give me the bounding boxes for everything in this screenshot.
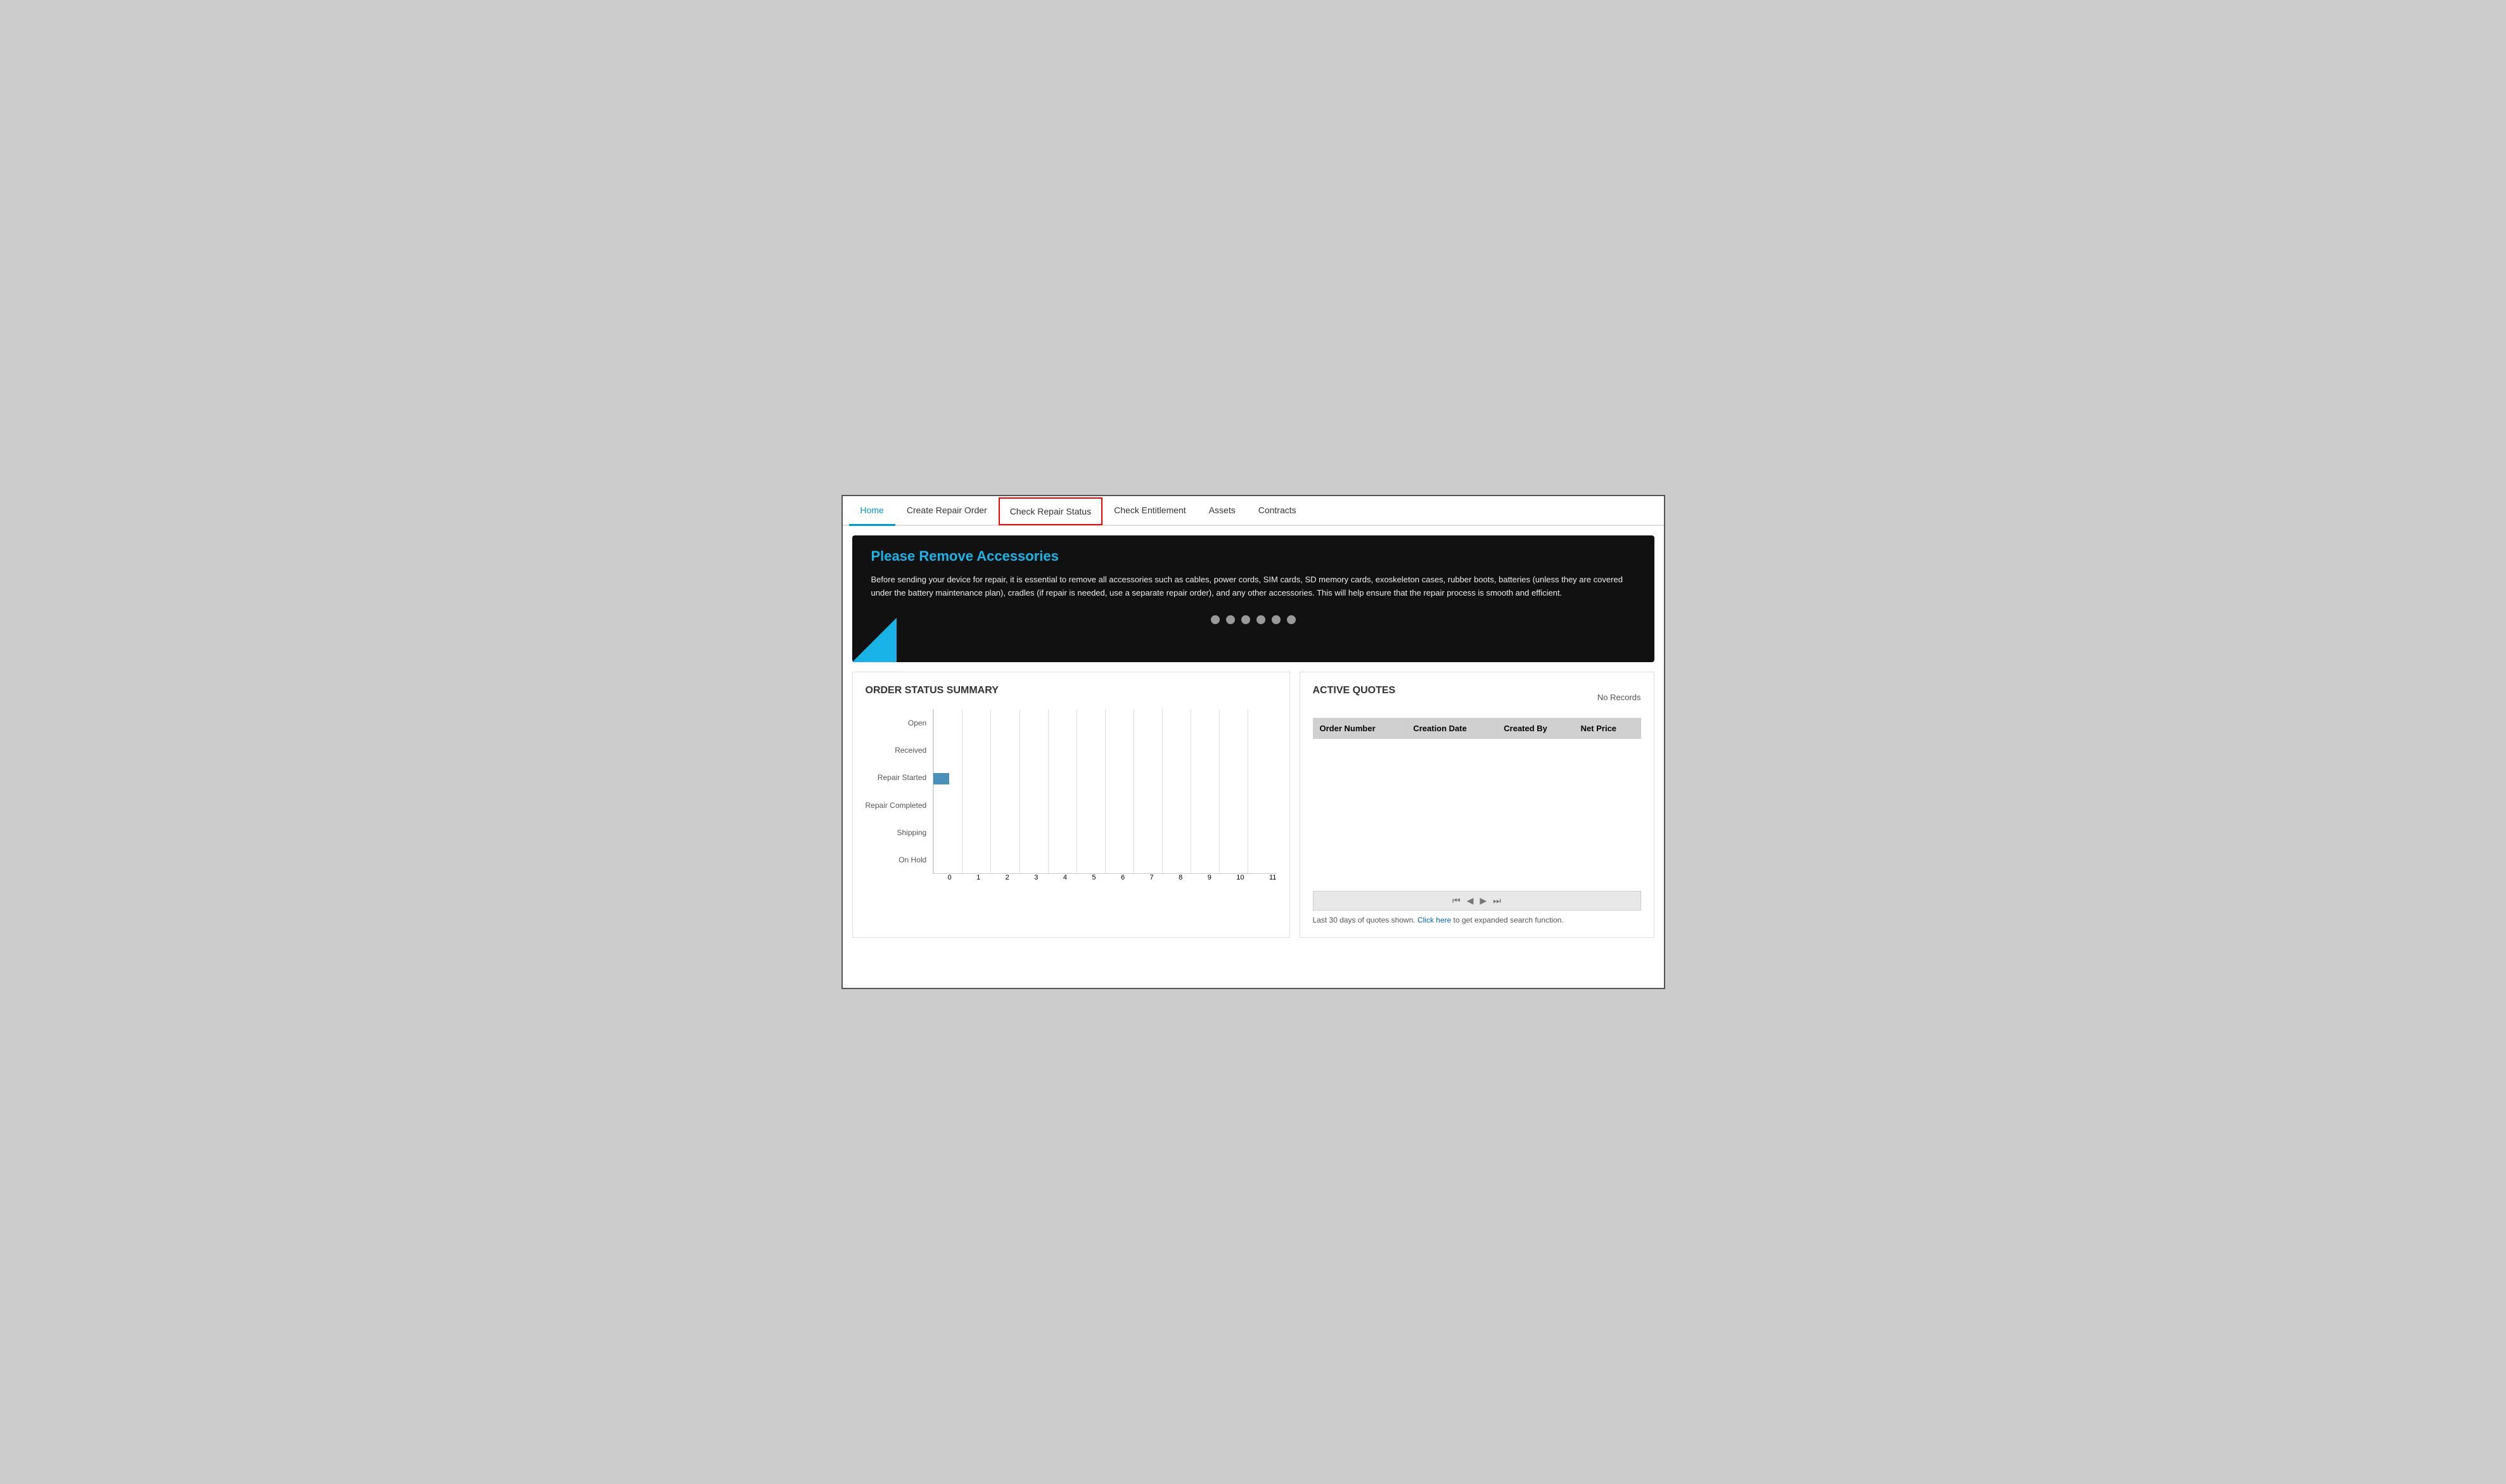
nav-bar: HomeCreate Repair OrderCheck Repair Stat… xyxy=(843,496,1664,526)
y-label-received: Received xyxy=(866,736,927,764)
y-label-repair-started: Repair Started xyxy=(866,764,927,791)
footer-suffix: to get expanded search function. xyxy=(1454,916,1564,924)
order-status-panel: ORDER STATUS SUMMARY OpenReceivedRepair … xyxy=(852,672,1290,938)
banner-dot-4[interactable] xyxy=(1272,615,1281,624)
nav-item-check-repair-status[interactable]: Check Repair Status xyxy=(999,497,1103,525)
pagination-controls: ⏮ ◀ ▶ ⏭ xyxy=(1317,895,1637,906)
x-label-9: 9 xyxy=(1208,874,1211,881)
nav-item-assets[interactable]: Assets xyxy=(1198,496,1247,526)
bar-row-on-hold xyxy=(933,848,1276,860)
bars-overlay xyxy=(933,709,1276,873)
y-label-open: Open xyxy=(866,709,927,736)
quotes-header: ACTIVE QUOTES No Records xyxy=(1313,685,1641,709)
x-label-6: 6 xyxy=(1121,874,1125,881)
bar-fill-repair-started xyxy=(933,773,949,784)
banner-triangle xyxy=(852,618,897,662)
col-header-created-by: Created By xyxy=(1497,719,1574,739)
click-here-link[interactable]: Click here xyxy=(1417,916,1451,924)
y-axis-labels: OpenReceivedRepair StartedRepair Complet… xyxy=(866,709,933,874)
first-page-button[interactable]: ⏮ xyxy=(1452,895,1461,906)
banner-dots xyxy=(871,615,1635,624)
main-content: ORDER STATUS SUMMARY OpenReceivedRepair … xyxy=(843,672,1664,947)
active-quotes-title: ACTIVE QUOTES xyxy=(1313,685,1396,696)
nav-item-check-entitlement[interactable]: Check Entitlement xyxy=(1103,496,1198,526)
next-page-button[interactable]: ▶ xyxy=(1480,895,1487,906)
banner-title: Please Remove Accessories xyxy=(871,548,1635,565)
last-page-button[interactable]: ⏭ xyxy=(1493,895,1501,906)
banner-dot-1[interactable] xyxy=(1226,615,1235,624)
nav-item-create-repair-order[interactable]: Create Repair Order xyxy=(895,496,999,526)
chart-area: OpenReceivedRepair StartedRepair Complet… xyxy=(866,709,1277,874)
quotes-table-header: Order NumberCreation DateCreated ByNet P… xyxy=(1313,719,1640,739)
footer-text: Last 30 days of quotes shown. xyxy=(1313,916,1416,924)
order-status-title: ORDER STATUS SUMMARY xyxy=(866,685,1277,696)
bar-row-repair-started xyxy=(933,772,1276,785)
x-label-5: 5 xyxy=(1092,874,1096,881)
quotes-footer: Last 30 days of quotes shown. Click here… xyxy=(1313,916,1641,924)
x-label-2: 2 xyxy=(1006,874,1009,881)
x-label-0: 0 xyxy=(948,874,952,881)
y-label-on-hold: On Hold xyxy=(866,847,927,874)
nav-item-contracts[interactable]: Contracts xyxy=(1247,496,1308,526)
x-label-11: 11 xyxy=(1269,874,1276,881)
x-label-4: 4 xyxy=(1063,874,1067,881)
x-label-7: 7 xyxy=(1150,874,1154,881)
col-header-creation-date: Creation Date xyxy=(1407,719,1497,739)
chart-container: OpenReceivedRepair StartedRepair Complet… xyxy=(866,709,1277,881)
bar-row-shipping xyxy=(933,822,1276,835)
x-label-1: 1 xyxy=(976,874,980,881)
banner-text: Before sending your device for repair, i… xyxy=(871,573,1635,600)
x-label-8: 8 xyxy=(1179,874,1182,881)
x-label-10: 10 xyxy=(1236,874,1244,881)
announcement-banner: Please Remove Accessories Before sending… xyxy=(852,535,1654,662)
app-container: HomeCreate Repair OrderCheck Repair Stat… xyxy=(841,495,1665,989)
x-axis-labels: 0 1 2 3 4 5 6 7 8 9 10 11 xyxy=(948,874,1277,881)
col-header-net-price: Net Price xyxy=(1574,719,1640,739)
nav-item-home[interactable]: Home xyxy=(849,496,895,526)
no-records-label: No Records xyxy=(1597,693,1641,702)
banner-dot-0[interactable] xyxy=(1211,615,1220,624)
bar-row-open xyxy=(933,722,1276,734)
pagination-bar: ⏮ ◀ ▶ ⏭ xyxy=(1313,891,1641,911)
header-row: Order NumberCreation DateCreated ByNet P… xyxy=(1313,719,1640,739)
banner-dot-5[interactable] xyxy=(1287,615,1296,624)
y-label-shipping: Shipping xyxy=(866,819,927,846)
banner-dot-3[interactable] xyxy=(1256,615,1265,624)
quotes-table-body xyxy=(1313,739,1640,878)
chart-grid xyxy=(933,709,1276,874)
bar-row-received xyxy=(933,747,1276,760)
active-quotes-panel: ACTIVE QUOTES No Records Order NumberCre… xyxy=(1300,672,1654,938)
y-label-repair-completed: Repair Completed xyxy=(866,791,927,819)
banner-dot-2[interactable] xyxy=(1241,615,1250,624)
col-header-order-number: Order Number xyxy=(1313,719,1407,739)
bar-row-repair-completed xyxy=(933,797,1276,810)
x-label-3: 3 xyxy=(1034,874,1038,881)
prev-page-button[interactable]: ◀ xyxy=(1467,895,1474,906)
quotes-table: Order NumberCreation DateCreated ByNet P… xyxy=(1313,718,1641,878)
